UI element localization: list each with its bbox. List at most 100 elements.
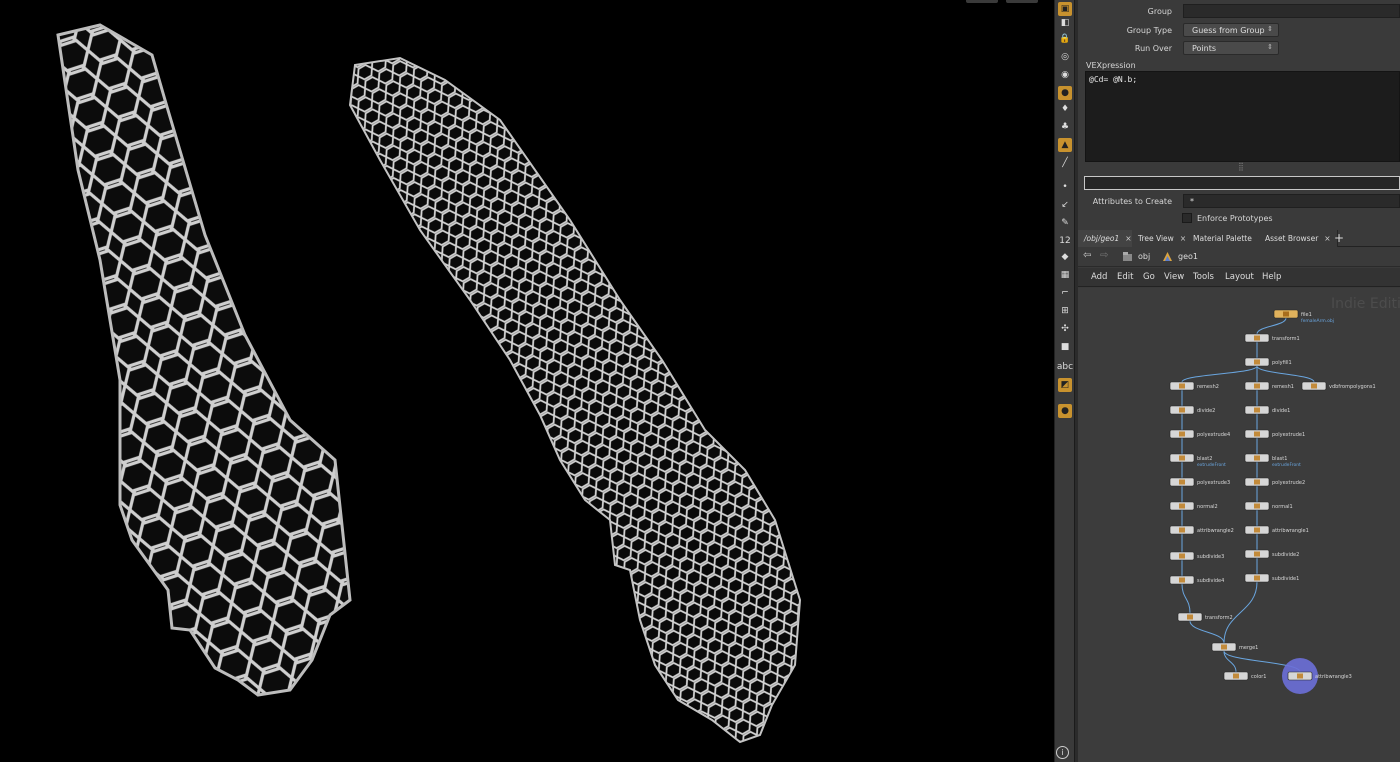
corner-icon[interactable]: ⌐ bbox=[1058, 286, 1072, 300]
brush-icon[interactable]: ✎ bbox=[1058, 216, 1072, 230]
node-subdivide4[interactable]: subdivide4 bbox=[1169, 575, 1224, 585]
pivot-icon[interactable]: ♦ bbox=[1058, 102, 1072, 116]
node-vdbfrompolygons1[interactable]: vdbfrompolygons1 bbox=[1301, 381, 1376, 391]
node-subdivide2[interactable]: subdivide2 bbox=[1244, 549, 1299, 559]
resize-grip-icon[interactable]: ⣿ bbox=[1238, 162, 1244, 171]
text-icon[interactable]: abc bbox=[1057, 360, 1073, 374]
attributes-to-create-field[interactable]: * bbox=[1183, 194, 1400, 208]
light-icon[interactable]: ● bbox=[1058, 86, 1072, 100]
node-wire-13 bbox=[1181, 583, 1191, 614]
path-crumb-geo1[interactable]: geo1 bbox=[1158, 249, 1202, 264]
menu-tools[interactable]: Tools bbox=[1193, 272, 1214, 282]
node-label: merge1 bbox=[1239, 645, 1258, 651]
node-polyextrude2[interactable]: polyextrude2 bbox=[1244, 477, 1305, 487]
node-blast2[interactable]: blast2extrudeFront bbox=[1169, 453, 1226, 468]
node-blast1[interactable]: blast1extrudeFront bbox=[1244, 453, 1301, 468]
node-color1[interactable]: color1 bbox=[1223, 671, 1267, 681]
node-label: divide1 bbox=[1272, 408, 1290, 414]
tweak-icon[interactable]: ✣ bbox=[1058, 322, 1072, 336]
node-normal1[interactable]: normal1 bbox=[1244, 501, 1293, 511]
node-divide1[interactable]: divide1 bbox=[1244, 405, 1290, 415]
node-attribwrangle1[interactable]: attribwrangle1 bbox=[1244, 525, 1309, 535]
node-normal2[interactable]: normal2 bbox=[1169, 501, 1218, 511]
bulb-icon[interactable]: ● bbox=[1058, 404, 1072, 418]
node-type-icon bbox=[1254, 503, 1260, 509]
node-label: color1 bbox=[1251, 674, 1267, 680]
node-polyfill1[interactable]: polyfill1 bbox=[1244, 357, 1292, 367]
run-over-value: Points bbox=[1192, 44, 1217, 53]
node-type-icon bbox=[1254, 575, 1260, 581]
shelf-toolbar: ▣ ◧ 🔒 ◎ ◉ ● ♦ ♣ ▲ ╱ • ↙ ✎ 12 ◆ ▦ ⌐ ⊞ ✣ ■ abc ◩ ● bbox=[1054, 0, 1074, 762]
group-type-menu[interactable]: Guess from Group ⇕ bbox=[1183, 23, 1279, 37]
node-divide2[interactable]: divide2 bbox=[1169, 405, 1215, 415]
node-attribwrangle2[interactable]: attribwrangle2 bbox=[1169, 525, 1234, 535]
info-icon[interactable]: i bbox=[1056, 746, 1069, 759]
scene-viewport[interactable] bbox=[0, 0, 1054, 762]
node-label: file1 bbox=[1301, 312, 1312, 318]
camera-icon[interactable]: ▲ bbox=[1058, 138, 1072, 152]
node-type-icon bbox=[1179, 553, 1185, 559]
node-attribwrangle3[interactable]: attribwrangle3 bbox=[1282, 658, 1352, 694]
run-over-menu[interactable]: Points ⇕ bbox=[1183, 41, 1279, 55]
node-remesh2[interactable]: remesh2 bbox=[1169, 381, 1219, 391]
select-icon[interactable]: ▣ bbox=[1058, 2, 1072, 16]
paint-icon[interactable]: ◆ bbox=[1058, 250, 1072, 264]
handle-icon[interactable]: ♣ bbox=[1058, 120, 1072, 134]
box-icon[interactable]: ■ bbox=[1058, 340, 1072, 354]
tab-asset-browser[interactable]: Asset Browser × bbox=[1259, 230, 1338, 247]
menu-edit[interactable]: Edit bbox=[1117, 272, 1133, 282]
enforce-prototypes-checkbox[interactable] bbox=[1182, 213, 1192, 223]
node-wire-0 bbox=[1256, 317, 1287, 335]
menu-layout[interactable]: Layout bbox=[1225, 272, 1254, 282]
node-type-icon bbox=[1221, 644, 1227, 650]
node-subdivide3[interactable]: subdivide3 bbox=[1169, 551, 1224, 561]
node-transform1[interactable]: transform1 bbox=[1244, 333, 1300, 343]
grid-icon[interactable]: ⊞ bbox=[1058, 304, 1072, 318]
lock-icon[interactable]: 🔒 bbox=[1058, 32, 1072, 46]
node-type-icon bbox=[1254, 335, 1260, 341]
forward-arrow-icon[interactable]: ⇨ bbox=[1100, 250, 1108, 261]
path-crumb-obj[interactable]: obj bbox=[1118, 249, 1154, 264]
number-icon[interactable]: 12 bbox=[1058, 234, 1072, 248]
ghost-icon[interactable]: ◉ bbox=[1058, 68, 1072, 82]
node-label: polyextrude1 bbox=[1272, 432, 1305, 438]
back-arrow-icon[interactable]: ⇦ bbox=[1083, 250, 1091, 261]
node-polyextrude3[interactable]: polyextrude3 bbox=[1169, 477, 1230, 487]
point-icon[interactable]: • bbox=[1058, 180, 1072, 194]
close-icon[interactable]: × bbox=[1324, 234, 1330, 243]
close-icon[interactable]: × bbox=[1180, 234, 1186, 243]
node-polyextrude4[interactable]: polyextrude4 bbox=[1169, 429, 1230, 439]
tab-obj-geo1[interactable]: /obj/geo1 × bbox=[1078, 230, 1139, 247]
vexpression-strip[interactable] bbox=[1084, 176, 1400, 190]
display-icon[interactable]: ◩ bbox=[1058, 378, 1072, 392]
edge-icon[interactable]: ↙ bbox=[1058, 198, 1072, 212]
node-label: vdbfrompolygons1 bbox=[1329, 384, 1376, 390]
tab-tree-view[interactable]: Tree View × bbox=[1132, 230, 1194, 247]
close-icon[interactable]: × bbox=[1125, 234, 1131, 243]
node-remesh1[interactable]: remesh1 bbox=[1244, 381, 1294, 391]
menu-view[interactable]: View bbox=[1164, 272, 1184, 282]
network-pane: /obj/geo1× Tree View× Material Palette× … bbox=[1078, 228, 1400, 762]
node-subdivide1[interactable]: subdivide1 bbox=[1244, 573, 1299, 583]
node-polyextrude1[interactable]: polyextrude1 bbox=[1244, 429, 1305, 439]
menu-add[interactable]: Add bbox=[1091, 272, 1107, 282]
spinner-arrows-icon: ⇕ bbox=[1267, 25, 1273, 33]
voronoi-arms-render bbox=[56, 23, 802, 744]
menu-go[interactable]: Go bbox=[1143, 272, 1155, 282]
node-merge1[interactable]: merge1 bbox=[1211, 642, 1258, 652]
node-label: subdivide2 bbox=[1272, 552, 1299, 558]
add-tab-icon[interactable]: + bbox=[1334, 231, 1344, 245]
view-icon[interactable]: ◧ bbox=[1058, 16, 1072, 30]
obj-context-icon bbox=[1123, 252, 1132, 261]
menu-help[interactable]: Help bbox=[1262, 272, 1281, 282]
vexpression-editor[interactable]: @Cd= @N.b; bbox=[1085, 71, 1400, 162]
group-field[interactable] bbox=[1183, 4, 1400, 18]
node-type-icon bbox=[1254, 383, 1260, 389]
snap-icon[interactable]: ◎ bbox=[1058, 50, 1072, 64]
node-graph-canvas[interactable]: Indie Edition file1femaleArm.obj transfor… bbox=[1078, 288, 1400, 762]
node-transform2[interactable]: transform2 bbox=[1177, 612, 1233, 622]
node-label: subdivide1 bbox=[1272, 576, 1299, 582]
ruler-icon[interactable]: ╱ bbox=[1058, 156, 1072, 170]
path-bar: ⇦ ⇨ obj geo1 bbox=[1078, 247, 1400, 267]
scale-icon[interactable]: ▦ bbox=[1058, 268, 1072, 282]
